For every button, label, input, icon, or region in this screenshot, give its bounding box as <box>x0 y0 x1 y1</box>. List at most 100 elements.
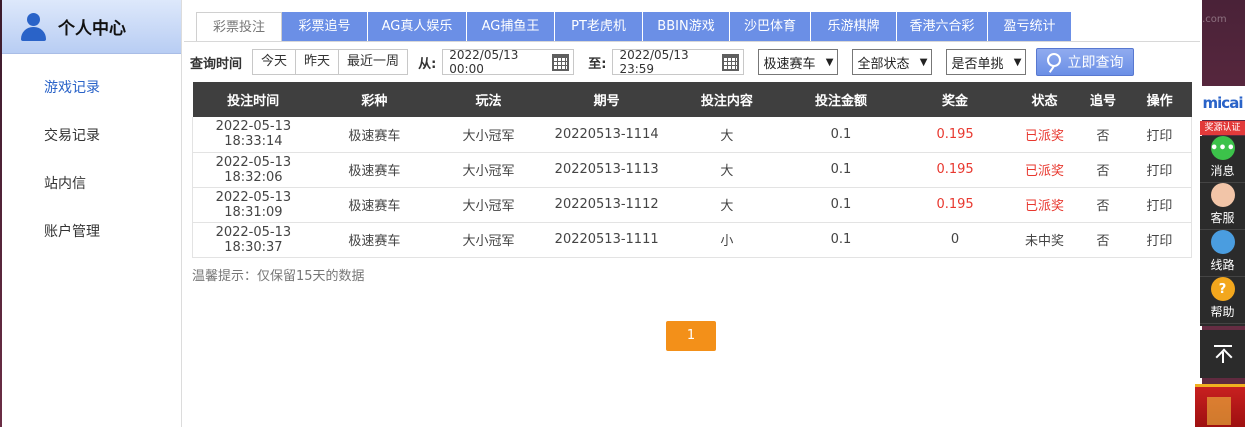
customer-service-button[interactable]: 客服 <box>1200 183 1245 230</box>
lottery-type: 极速赛车 <box>313 152 436 188</box>
game-select[interactable]: 极速赛车 ▼ <box>758 49 839 75</box>
arrow-up-icon <box>1213 345 1232 363</box>
status-select-value: 全部状态 <box>857 56 910 72</box>
table-header-row: 投注时间 彩种 玩法 期号 投注内容 投注金额 奖金 状态 追号 操作 <box>192 82 1192 117</box>
chevron-down-icon: ▼ <box>825 56 834 68</box>
column-header: 期号 <box>541 82 672 117</box>
issue-number: 20220513-1113 <box>541 152 672 188</box>
table-row: 2022-05-13 18:31:09 极速赛车 大小冠军 20220513-1… <box>191 187 1192 223</box>
search-button[interactable]: 立即查询 <box>1036 48 1135 76</box>
bet-content: 大 <box>671 187 783 223</box>
bet-time: 2022-05-13 18:33:14 <box>191 117 314 153</box>
prize: 0 <box>899 222 1011 258</box>
lottery-type: 极速赛车 <box>313 222 436 258</box>
sidebar-item-transaction-records[interactable]: 交易记录 <box>2 112 181 160</box>
help-button[interactable]: ? 帮助 <box>1200 277 1245 324</box>
tab-lottery-bets[interactable]: 彩票投注 <box>196 12 282 42</box>
lottery-type: 极速赛车 <box>313 117 436 153</box>
last-week-button[interactable]: 最近一周 <box>339 50 408 74</box>
tab-lottery-chase[interactable]: 彩票追号 <box>282 12 368 42</box>
tab-ag-fishing[interactable]: AG捕鱼王 <box>467 12 555 42</box>
play-type: 大小冠军 <box>435 222 542 258</box>
tab-profit-stats[interactable]: 盈亏统计 <box>988 12 1072 42</box>
to-date-input[interactable]: 2022/05/13 23:59 <box>612 48 745 76</box>
column-header: 投注金额 <box>782 82 900 117</box>
customer-service-label: 客服 <box>1210 211 1235 225</box>
single-bet-select[interactable]: 是否单挑 ▼ <box>946 49 1027 75</box>
festival-decoration <box>1195 384 1245 427</box>
routes-button[interactable]: 线路 <box>1200 230 1245 277</box>
chevron-down-icon: ▼ <box>1013 56 1022 68</box>
print-link[interactable]: 打印 <box>1127 187 1192 223</box>
from-date-input[interactable]: 2022/05/13 00:00 <box>442 48 575 76</box>
filter-bar: 查询时间 今天 昨天 最近一周 从: 2022/05/13 00:00 至: 2… <box>190 48 1135 76</box>
back-to-top-button[interactable] <box>1200 330 1245 378</box>
prize: 0.195 <box>899 152 1011 188</box>
sidebar-item-inbox[interactable]: 站内信 <box>2 160 181 208</box>
from-date-value: 2022/05/13 00:00 <box>449 48 519 76</box>
search-button-label: 立即查询 <box>1067 55 1124 71</box>
column-header: 投注时间 <box>192 82 314 117</box>
tab-divider <box>184 41 1200 42</box>
bet-content: 小 <box>671 222 783 258</box>
calendar-icon[interactable] <box>722 53 740 71</box>
tab-bbin-games[interactable]: BBIN游戏 <box>643 12 730 42</box>
calendar-icon[interactable] <box>551 53 570 71</box>
sidebar-title: 个人中心 <box>58 19 126 39</box>
help-icon: ? <box>1210 277 1235 301</box>
column-header: 奖金 <box>899 82 1011 117</box>
messages-label: 消息 <box>1210 164 1235 178</box>
sidebar-item-game-records[interactable]: 游戏记录 <box>2 64 181 112</box>
game-select-value: 极速赛车 <box>763 56 816 72</box>
prize: 0.195 <box>899 117 1011 153</box>
today-button[interactable]: 今天 <box>253 50 297 74</box>
chevron-down-icon: ▼ <box>919 56 928 68</box>
table-row: 2022-05-13 18:32:06 极速赛车 大小冠军 20220513-1… <box>191 152 1192 188</box>
column-header: 投注内容 <box>671 82 783 117</box>
single-bet-select-value: 是否单挑 <box>951 56 1004 72</box>
status-select[interactable]: 全部状态 ▼ <box>852 49 933 75</box>
brand-logo[interactable]: micai <box>1200 86 1245 120</box>
tab-ag-live[interactable]: AG真人娱乐 <box>368 12 467 42</box>
messages-button[interactable]: ••• 消息 <box>1200 136 1245 183</box>
issue-number: 20220513-1112 <box>541 187 672 223</box>
tab-hk-mark-six[interactable]: 香港六合彩 <box>897 12 988 42</box>
bet-content: 大 <box>671 117 783 153</box>
speedometer-icon <box>1210 230 1235 254</box>
print-link[interactable]: 打印 <box>1127 152 1192 188</box>
sidebar-item-account-management[interactable]: 账户管理 <box>2 208 181 256</box>
prize: 0.195 <box>899 187 1011 223</box>
status: 已派奖 <box>1010 152 1079 188</box>
yesterday-button[interactable]: 昨天 <box>296 50 340 74</box>
issue-number: 20220513-1111 <box>541 222 672 258</box>
print-link[interactable]: 打印 <box>1127 117 1192 153</box>
status: 已派奖 <box>1010 117 1079 153</box>
table-row: 2022-05-13 18:33:14 极速赛车 大小冠军 20220513-1… <box>191 117 1192 153</box>
bet-amount: 0.1 <box>782 152 900 188</box>
sidebar-menu: 游戏记录 交易记录 站内信 账户管理 <box>2 54 181 256</box>
bet-amount: 0.1 <box>782 222 900 258</box>
chase: 否 <box>1078 117 1128 153</box>
column-header: 追号 <box>1078 82 1128 117</box>
chat-icon: ••• <box>1210 136 1235 160</box>
routes-label: 线路 <box>1210 258 1235 272</box>
tab-pt-slots[interactable]: PT老虎机 <box>555 12 643 42</box>
tab-leyou-chess[interactable]: 乐游棋牌 <box>811 12 897 42</box>
bet-time: 2022-05-13 18:30:37 <box>191 222 314 258</box>
page-button-current[interactable]: 1 <box>666 321 716 351</box>
chase: 否 <box>1078 152 1128 188</box>
help-label: 帮助 <box>1210 305 1235 319</box>
tab-bar: 彩票投注 彩票追号 AG真人娱乐 AG捕鱼王 PT老虎机 BBIN游戏 沙巴体育… <box>196 12 1072 42</box>
certification-badge[interactable]: 奖源认证 <box>1200 121 1245 135</box>
issue-number: 20220513-1114 <box>541 117 672 153</box>
print-link[interactable]: 打印 <box>1127 222 1192 258</box>
chase: 否 <box>1078 222 1128 258</box>
column-header: 操作 <box>1127 82 1192 117</box>
bet-records-table: 投注时间 彩种 玩法 期号 投注内容 投注金额 奖金 状态 追号 操作 2022… <box>191 82 1192 258</box>
status: 未中奖 <box>1010 222 1079 258</box>
chase: 否 <box>1078 187 1128 223</box>
tab-saba-sports[interactable]: 沙巴体育 <box>730 12 811 42</box>
play-type: 大小冠军 <box>435 152 542 188</box>
status: 已派奖 <box>1010 187 1079 223</box>
to-date-value: 2022/05/13 23:59 <box>619 48 689 76</box>
